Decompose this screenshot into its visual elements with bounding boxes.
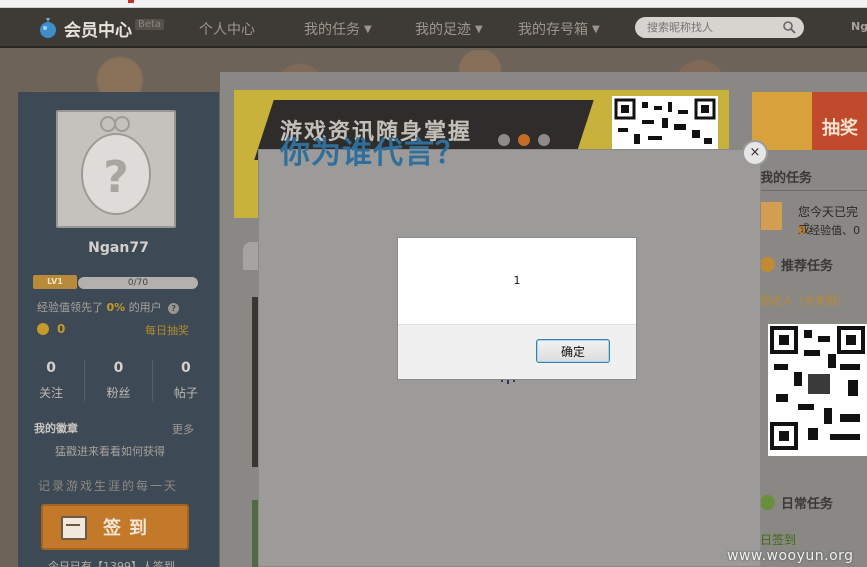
daily-sign-link[interactable]: 日签到 (760, 531, 796, 548)
daily-icon (760, 495, 775, 510)
ok-button[interactable]: 确定 (536, 339, 610, 363)
stat-value: 0 (46, 360, 57, 376)
default-avatar-icon: ? (81, 116, 151, 215)
chevron-down-icon: ▼ (592, 23, 600, 35)
top-nav-bar: 会员中心 Beta 个人中心 我的任务 ▼ 我的足迹 ▼ 我的存号箱 ▼ Ng (0, 8, 867, 48)
nav-label: 我的存号箱 (518, 22, 588, 38)
exp-progress-bar: 0/70 (78, 277, 198, 289)
chevron-down-icon: ▼ (475, 23, 483, 35)
chevron-down-icon: ▼ (364, 23, 372, 35)
exp-suffix: 的用户 (128, 301, 162, 314)
search-icon[interactable] (782, 20, 796, 34)
alert-message: 1 (513, 274, 521, 287)
beta-badge: Beta (135, 18, 165, 30)
sign-in-label: 签到 (103, 518, 155, 539)
level-badge: LV1 (33, 275, 77, 289)
browser-top-strip (0, 0, 867, 8)
stat-label: 关注 (39, 386, 64, 400)
exp-text: 经验值、0 (809, 224, 861, 237)
stat-label: 帖子 (173, 386, 198, 400)
modal-close-button[interactable]: × (742, 140, 768, 166)
watermark: www.wooyun.org (727, 548, 854, 564)
logo-icon (40, 18, 56, 38)
tasks-icon (760, 257, 775, 272)
red-mark (128, 0, 134, 3)
recommended-task-link[interactable]: 信达人（大奖励） (760, 292, 848, 308)
nav-label: 个人中心 (199, 22, 255, 38)
nav-label: 我的任务 (304, 22, 360, 38)
promo-text: 抽奖 (822, 118, 858, 139)
modal-header: 你为谁代言？ (280, 122, 564, 171)
exp-rank-text: 经验值领先了 0% 的用户 ? (37, 299, 180, 315)
my-tasks-title: 我的任务 (760, 171, 813, 186)
stat-value: 0 (113, 360, 124, 376)
stat-label: 粉丝 (106, 386, 131, 400)
section-title: 日常任务 (781, 497, 834, 512)
nav-item-account-box[interactable]: 我的存号箱 ▼ (518, 19, 600, 39)
sign-in-button[interactable]: 签到 (41, 504, 189, 550)
profile-panel: ? Ngan77 LV1 0/70 经验值领先了 0% 的用户 ? 0 每日抽奖… (18, 92, 219, 567)
carousel-dots (498, 134, 558, 146)
nav-item-my-footprints[interactable]: 我的足迹 ▼ (415, 19, 483, 39)
logo-text: 会员中心 (64, 20, 132, 41)
exp-prefix: 经验值领先了 (37, 301, 103, 314)
alert-dialog: 1 确定 (397, 237, 637, 380)
carousel-dot[interactable] (538, 134, 550, 146)
coin-icon (37, 323, 49, 335)
task-gift-icon (760, 202, 782, 230)
lottery-promo[interactable]: 抽奖 (752, 92, 867, 150)
today-signin-count: 今日已有【1399】人签到 (48, 560, 175, 567)
help-icon[interactable]: ? (168, 303, 180, 314)
divider (760, 190, 867, 191)
nav-label: 我的足迹 (415, 22, 471, 38)
daily-tasks-header: 日常任务 (760, 493, 833, 512)
exp-zero: 0 (798, 224, 806, 237)
motto-text: 记录游戏生涯的每一天 (38, 479, 179, 493)
right-sidebar: 我的任务 您今天已完成 0 经验值、0 推荐任务 信达人（大奖励） 日常任务 日… (760, 150, 867, 567)
badges-more-link[interactable]: 更多 (172, 421, 194, 437)
modal-title: 你为谁代言？ (280, 136, 466, 171)
stat-fans[interactable]: 0 粉丝 (84, 360, 151, 401)
tasks-exp-text: 0 经验值、0 (798, 222, 860, 238)
coin-value: 0 (57, 322, 66, 336)
search-box (635, 17, 804, 38)
svg-text:?: ? (103, 152, 129, 203)
exp-percent: 0% (106, 301, 126, 314)
logo[interactable]: 会员中心 Beta (38, 14, 165, 42)
recommended-tasks-header: 推荐任务 (760, 255, 833, 274)
badges-title: 我的徽章 (34, 422, 78, 435)
badges-hint-link[interactable]: 猛戳进来看看如何获得 (55, 443, 165, 459)
avatar[interactable]: ? (56, 110, 176, 228)
search-input[interactable] (635, 17, 770, 38)
coin-balance: 0 (37, 322, 65, 336)
stat-posts[interactable]: 0 帖子 (151, 360, 219, 401)
carousel-dot[interactable] (498, 134, 510, 146)
stat-value: 0 (180, 360, 191, 376)
qr-code-icon (768, 324, 867, 456)
daily-draw-link[interactable]: 每日抽奖 (145, 322, 189, 338)
qr-code-icon (612, 96, 718, 152)
carousel-dot-active[interactable] (518, 134, 530, 146)
nav-item-personal-center[interactable]: 个人中心 (199, 19, 255, 39)
calendar-icon (61, 516, 87, 540)
alert-footer: 确定 (398, 324, 636, 379)
profile-stats: 0 关注 0 粉丝 0 帖子 (18, 360, 219, 401)
nav-item-my-tasks[interactable]: 我的任务 ▼ (304, 19, 372, 39)
username: Ngan77 (88, 240, 149, 256)
stat-following[interactable]: 0 关注 (18, 360, 84, 401)
nav-user-name[interactable]: Ng (851, 20, 867, 33)
section-title: 推荐任务 (781, 259, 834, 274)
